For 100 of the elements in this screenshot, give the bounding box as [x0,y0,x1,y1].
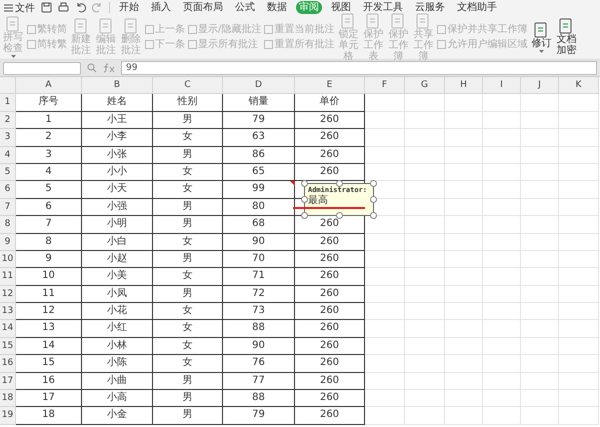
table-cell: 性别 [153,94,223,112]
table-cell: 1 [16,112,82,130]
table-cell [405,129,445,147]
row-header[interactable]: 7 [0,198,16,216]
table-cell: 79 [223,112,295,130]
resize-handle[interactable] [370,196,377,203]
file-menu[interactable]: 文件 [4,0,35,14]
resize-handle[interactable] [370,180,377,187]
ribbon-tab[interactable]: 云服务 [412,1,448,14]
ribbon-tab[interactable]: 页面布局 [180,1,226,14]
table-cell: 80 [223,198,295,216]
column-header[interactable]: F [365,77,405,94]
document-icon [5,16,21,32]
table-cell [521,355,559,373]
row-header[interactable]: 1 [0,94,16,112]
column-header[interactable]: G [405,77,445,94]
table-cell: 99 [223,181,295,199]
row-header[interactable]: 9 [0,234,16,251]
row-header[interactable]: 16 [0,355,16,373]
table-cell: 260 [295,355,365,373]
table-cell [405,181,445,199]
ribbon-tab[interactable]: 公式 [232,1,258,14]
resize-handle[interactable] [336,180,343,187]
column-header[interactable]: D [223,77,295,94]
table-cell [445,407,483,425]
table-cell [559,181,599,199]
row-header[interactable]: 11 [0,268,16,286]
table-cell: 小陈 [82,355,153,373]
redo-icon[interactable] [92,2,103,13]
row-header[interactable]: 14 [0,320,16,338]
caret-icon[interactable] [538,50,544,52]
save-icon[interactable] [41,2,52,13]
table-cell [405,250,445,268]
table-cell [483,198,521,216]
row-header[interactable]: 2 [0,112,16,130]
row-header[interactable]: 8 [0,216,16,234]
fx-icon[interactable] [103,63,115,73]
table-cell: 260 [295,286,365,304]
table-cell: 5 [16,181,82,199]
column-header[interactable]: A [16,77,82,94]
table-cell: 小高 [82,390,153,408]
row-header[interactable]: 15 [0,338,16,356]
table-cell [521,198,559,216]
table-cell: 女 [153,268,223,286]
resize-handle[interactable] [301,196,308,203]
column-header[interactable]: E [295,77,365,94]
ribbon-button[interactable]: 文档加密 [555,18,578,56]
row-header[interactable]: 3 [0,129,16,147]
zoom-icon[interactable] [87,63,97,73]
row-header[interactable]: 18 [0,390,16,408]
square-icon [437,40,446,49]
table-cell [365,112,405,130]
document-icon [558,18,574,34]
table-cell: 小天 [82,181,153,199]
resize-handle[interactable] [336,212,343,219]
table-cell: 9 [16,250,82,268]
row-header[interactable]: 13 [0,303,16,320]
table-cell: 男 [153,372,223,390]
table-cell: 260 [295,372,365,390]
ribbon-tab[interactable]: 文档助手 [454,1,500,14]
row-header[interactable]: 10 [0,250,16,268]
row-header[interactable]: 5 [0,164,16,182]
row-header[interactable]: 12 [0,286,16,304]
column-header[interactable]: C [153,77,223,94]
row-header[interactable]: 17 [0,372,16,390]
undo-icon[interactable] [75,2,86,13]
ribbon-tab[interactable]: 视图 [328,1,354,14]
column-header[interactable]: K [559,77,599,94]
table-cell [483,129,521,147]
column-header[interactable]: J [521,77,559,94]
table-cell [521,407,559,425]
column-header[interactable]: B [82,77,153,94]
resize-handle[interactable] [370,212,377,219]
name-box[interactable] [3,62,81,74]
ribbon-tab[interactable]: 开始 [116,1,142,14]
table-cell: 小红 [82,320,153,338]
document-icon [533,22,550,38]
table-cell [365,268,405,286]
ribbon-button[interactable]: 修订 [530,22,552,52]
formula-input[interactable]: 99 [121,61,597,75]
column-header[interactable]: I [483,77,521,94]
table-cell: 女 [153,320,223,338]
column-header[interactable]: H [445,77,483,94]
resize-handle[interactable] [301,180,308,187]
square-icon [27,40,36,49]
table-cell [521,146,559,164]
resize-handle[interactable] [301,212,308,219]
table-cell: 小美 [82,268,153,286]
table-cell: 10 [16,268,82,286]
table-cell [483,355,521,373]
print-icon[interactable] [58,2,69,13]
table-cell [405,355,445,373]
ribbon-tab[interactable]: 数据 [264,1,290,14]
table-cell: 76 [223,355,295,373]
table-cell [405,338,445,356]
ribbon-tab[interactable]: 开发工具 [360,1,406,14]
ribbon-tab[interactable]: 插入 [148,1,174,14]
row-header[interactable]: 6 [0,181,16,199]
row-header[interactable]: 4 [0,146,16,164]
row-header[interactable]: 19 [0,407,16,425]
